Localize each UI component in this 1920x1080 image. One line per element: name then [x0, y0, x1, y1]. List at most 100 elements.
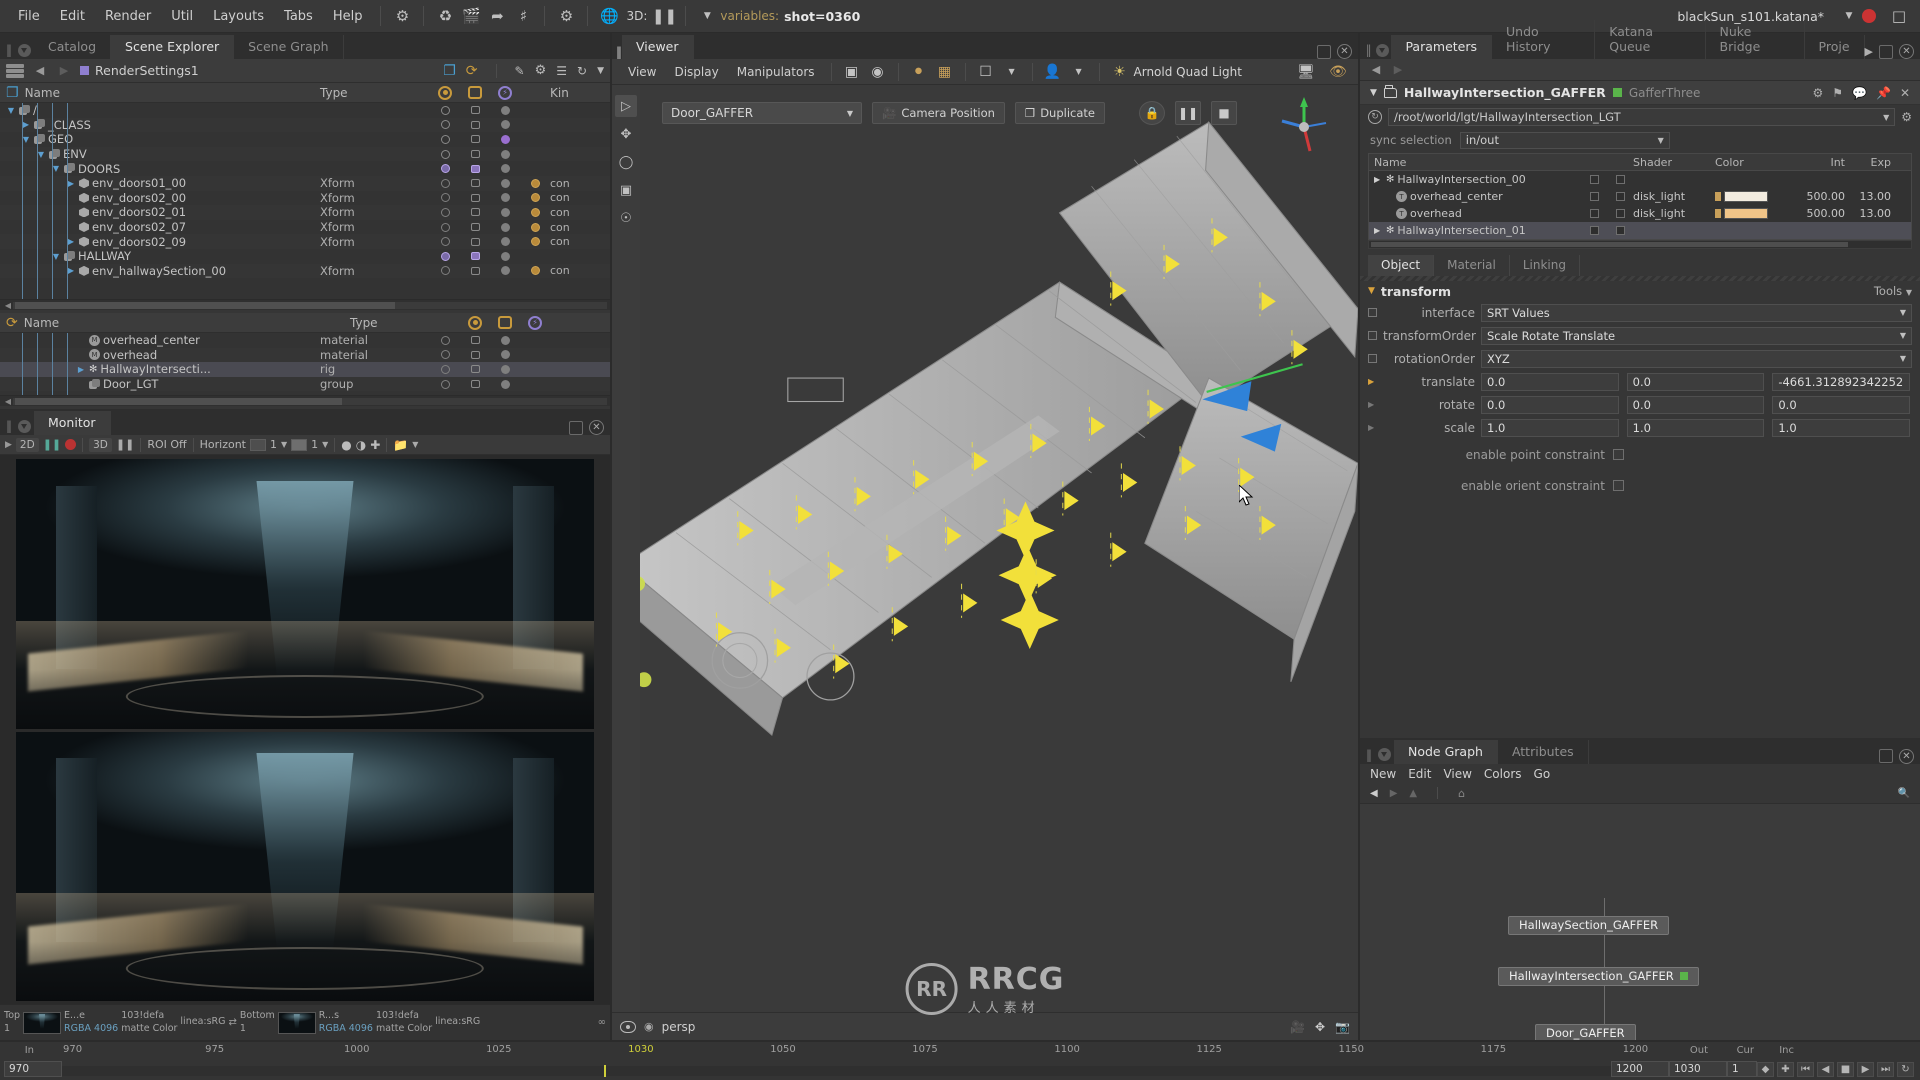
table-row[interactable]: ▼ /: [0, 103, 610, 118]
row-live-toggle[interactable]: [490, 178, 520, 188]
param-checkbox[interactable]: [1368, 354, 1377, 363]
tab-node-graph[interactable]: Node Graph: [1394, 739, 1498, 764]
list-scroll-thumb[interactable]: [15, 397, 342, 405]
param-expand-icon[interactable]: ▶: [1368, 423, 1377, 432]
param-translate-0[interactable]: 0.0: [1481, 372, 1619, 391]
table-row[interactable]: ▼ GEO: [0, 132, 610, 147]
viewer-menu-view[interactable]: View: [620, 62, 664, 82]
timeline-inc-field[interactable]: 1: [1727, 1061, 1757, 1077]
video-icon[interactable]: 🎥: [1290, 1020, 1305, 1034]
nav-back-button[interactable]: ◀: [32, 64, 48, 77]
tab-attributes[interactable]: Attributes: [1498, 739, 1589, 764]
flag-icon[interactable]: ➦: [484, 4, 510, 28]
row-visibility-toggle[interactable]: [430, 149, 460, 159]
point-constraint-checkbox[interactable]: [1613, 449, 1624, 460]
node-close-icon[interactable]: ✕: [1900, 86, 1910, 100]
gaffer-selector[interactable]: Door_GAFFER ▼: [662, 102, 862, 124]
timeline-range-bar[interactable]: [62, 1066, 1611, 1076]
light-solo-toggle[interactable]: [1607, 175, 1633, 184]
refresh-icon[interactable]: ↻: [577, 64, 587, 78]
light-twisty-icon[interactable]: ▶: [1374, 226, 1383, 235]
row-visibility-toggle[interactable]: [430, 222, 460, 232]
transform-section-header[interactable]: ▼ transform Tools ▼: [1360, 281, 1920, 301]
light-table[interactable]: Name Shader Color Int Exp ▶ ✻ HallwayInter…: [1368, 153, 1912, 240]
row-live-toggle[interactable]: [490, 222, 520, 232]
chevron-down-icon-7[interactable]: ▼: [1000, 61, 1024, 83]
scenegraph-location-field[interactable]: /root/world/lgt/HallwayIntersection_LGT …: [1388, 108, 1896, 126]
chevron-down-icon-2[interactable]: ▼: [1836, 4, 1862, 28]
row-live-toggle[interactable]: [490, 120, 520, 130]
list-twisty-icon[interactable]: ▶: [76, 365, 86, 374]
tree-hscrollbar[interactable]: ◀: [0, 299, 610, 310]
step-back-icon[interactable]: ⏮: [1797, 1061, 1814, 1077]
play-back-icon[interactable]: ◀: [1817, 1061, 1834, 1077]
revert-icon[interactable]: ↻: [1368, 110, 1382, 124]
row-live-toggle[interactable]: [490, 266, 520, 276]
param-scale-2[interactable]: 1.0: [1772, 418, 1911, 437]
tab-scene-explorer[interactable]: Scene Explorer: [111, 35, 235, 59]
ng-search-icon[interactable]: 🔍: [1898, 788, 1910, 799]
light-solo-toggle[interactable]: [1607, 226, 1633, 235]
tree-header-visibility[interactable]: [430, 85, 460, 100]
row-bounds-toggle[interactable]: [460, 120, 490, 129]
light-mute-toggle[interactable]: [1581, 192, 1607, 201]
pin-icon-5[interactable]: [1374, 746, 1394, 764]
render-settings-label[interactable]: RenderSettings1: [80, 63, 199, 78]
param-combo-interface[interactable]: SRT Values ▼: [1481, 303, 1912, 322]
pause-icon-4[interactable]: ❚❚: [1175, 101, 1201, 125]
move-icon[interactable]: ✥: [1315, 1020, 1325, 1034]
param-forward-button[interactable]: ▶: [1390, 63, 1406, 76]
row-bounds-toggle[interactable]: [460, 237, 490, 246]
maximize-icon[interactable]: □: [1886, 4, 1912, 28]
row-visibility-toggle[interactable]: [430, 134, 460, 144]
ng-menu-colors[interactable]: Colors: [1484, 767, 1522, 781]
mode-2d-button[interactable]: 2D: [15, 437, 39, 452]
menu-file[interactable]: File: [8, 5, 50, 28]
light-mute-toggle[interactable]: [1581, 209, 1607, 218]
render-preview-top[interactable]: [16, 459, 594, 729]
row-bounds-toggle[interactable]: [460, 208, 490, 217]
float-icon-3[interactable]: [1879, 44, 1893, 59]
play-forward-icon[interactable]: ▶: [1857, 1061, 1874, 1077]
param-checkbox[interactable]: [1368, 331, 1377, 340]
float-icon-2[interactable]: [1317, 44, 1331, 59]
pencil-icon[interactable]: ✎: [515, 64, 525, 78]
list-scroll-track[interactable]: [13, 397, 607, 405]
row-bounds-toggle[interactable]: [460, 164, 490, 173]
param-expand-icon[interactable]: ▶: [1368, 377, 1377, 386]
table-row[interactable]: ▶ env_doors02_09 Xform con: [0, 234, 610, 249]
ng-menu-new[interactable]: New: [1370, 767, 1396, 781]
duplicate-button[interactable]: ❐ Duplicate: [1014, 102, 1105, 124]
scroll-left-icon-2[interactable]: ◀: [3, 397, 13, 406]
row-bounds-toggle[interactable]: [460, 380, 490, 389]
list-header-visibility[interactable]: [460, 315, 490, 330]
pause-icon-2[interactable]: ❚❚: [43, 438, 61, 451]
pin-node-icon[interactable]: 📌: [1876, 86, 1891, 100]
stop-icon[interactable]: ■: [1211, 101, 1237, 125]
row-bounds-toggle[interactable]: [460, 223, 490, 232]
chevron-down-icon[interactable]: ▼: [694, 4, 720, 28]
eye-icon-3[interactable]: [620, 1020, 636, 1033]
swatch-a-icon[interactable]: [249, 438, 266, 451]
row-bounds-toggle[interactable]: [460, 336, 490, 345]
close-icon-2[interactable]: ✕: [1337, 44, 1352, 59]
list-twisty-icon[interactable]: [76, 380, 86, 389]
pin-icon-2[interactable]: [14, 417, 34, 435]
tab-parameters[interactable]: Parameters: [1391, 35, 1492, 59]
row-visibility-toggle[interactable]: [430, 251, 460, 261]
row-bounds-toggle[interactable]: [460, 106, 490, 115]
tab-material[interactable]: Material: [1434, 255, 1510, 276]
graph-node[interactable]: HallwayIntersection_GAFFER: [1498, 966, 1699, 986]
timeline-in-field[interactable]: 970: [4, 1061, 62, 1077]
row-live-toggle[interactable]: [490, 350, 520, 360]
param-scale-1[interactable]: 1.0: [1626, 418, 1765, 437]
grid-shading-icon[interactable]: ▦: [933, 61, 957, 83]
viewer-menu-manipulators[interactable]: Manipulators: [729, 62, 823, 82]
swap-icon[interactable]: ⇄: [229, 1017, 237, 1028]
material-list[interactable]: Moverhead_center material Moverhead materi…: [0, 333, 610, 395]
chevron-down-icon-10[interactable]: ▼: [1883, 113, 1889, 122]
pin-icon-4[interactable]: [1373, 41, 1391, 59]
tab-viewer[interactable]: Viewer: [622, 35, 694, 59]
row-bounds-toggle[interactable]: [460, 135, 490, 144]
param-combo-rotationOrder[interactable]: XYZ ▼: [1481, 349, 1912, 368]
